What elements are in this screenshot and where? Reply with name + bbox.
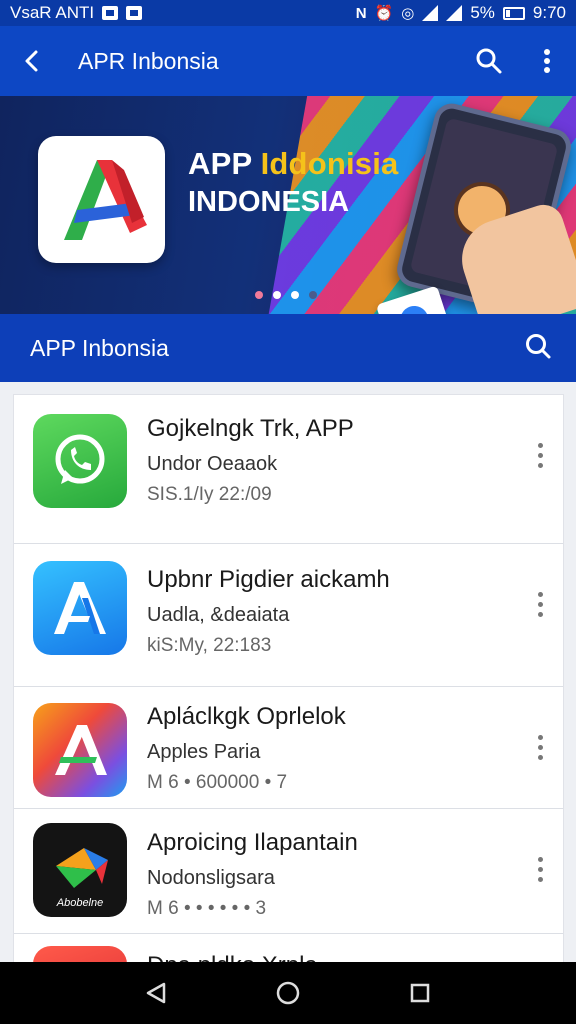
nav-recents-button[interactable] <box>390 968 450 1018</box>
more-vert-icon <box>544 49 550 73</box>
item-more-button[interactable] <box>527 584 553 624</box>
status-bar: VsaR ANTI N ⏰ ◎ 5% 9:70 <box>0 0 576 26</box>
app-developer: Uadla, &deaiata <box>147 604 290 626</box>
app-meta: M 6 • • • • • • 3 <box>147 898 267 919</box>
item-more-button[interactable] <box>527 849 553 889</box>
list-item[interactable]: Abobelne Aproicing Ilapantain Nodonsligs… <box>14 809 563 934</box>
alarm-icon: ⏰ <box>374 4 394 22</box>
square-recents-icon <box>410 983 430 1003</box>
clock: 9:70 <box>532 3 566 22</box>
chevron-left-icon <box>25 50 38 72</box>
a-logo-icon <box>63 159 147 240</box>
whatsapp-icon <box>33 414 127 508</box>
item-more-button[interactable] <box>527 727 553 767</box>
circle-home-icon <box>276 981 300 1005</box>
section-search-button[interactable] <box>524 332 552 365</box>
app-developer: Nodonsligsara <box>147 867 275 889</box>
icon-label: Abobelne <box>56 897 104 909</box>
app-meta: SIS.1/Iy 22:/09 <box>147 484 272 505</box>
carousel-dot[interactable] <box>273 291 281 299</box>
screen: VsaR ANTI N ⏰ ◎ 5% 9:70 APR Inbonsia APP… <box>0 0 576 1024</box>
battery-icon <box>502 6 525 20</box>
nav-home-button[interactable] <box>258 968 318 1018</box>
list-item[interactable]: Gojkelngk Trk, APP Undor Oeaaok SIS.1/Iy… <box>14 395 563 544</box>
origami-icon: Abobelne <box>33 823 127 917</box>
wifi-signal-icon <box>446 5 463 21</box>
signal-icon <box>422 5 439 21</box>
app-title: Aproicing Ilapantain <box>147 829 358 856</box>
section-title: APP Inbonsia <box>30 334 169 361</box>
banner-subtitle: INDONESIA <box>188 186 350 218</box>
app-title: Gojkelngk Trk, APP <box>147 415 354 442</box>
system-nav-bar <box>0 962 576 1024</box>
app-bar: APR Inbonsia <box>0 26 576 96</box>
nfc-icon: N <box>355 4 367 22</box>
page-title: APR Inbonsia <box>78 47 219 74</box>
banner-title-highlight: Iddonisia <box>260 146 399 181</box>
app-title: Apláclkgk Oprlelok <box>147 703 346 730</box>
battery-percent: 5% <box>470 3 495 22</box>
promo-banner[interactable]: APP Iddonisia INDONESIA <box>0 96 576 314</box>
item-more-button[interactable] <box>527 435 553 475</box>
carrier-label: VsaR ANTI <box>10 3 95 22</box>
app-meta: M 6 • 600000 • 7 <box>147 772 288 793</box>
app-list: Gojkelngk Trk, APP Undor Oeaaok SIS.1/Iy… <box>13 394 564 974</box>
app-meta: kiS:My, 22:183 <box>147 635 272 656</box>
nav-back-button[interactable] <box>126 968 186 1018</box>
back-button[interactable] <box>0 26 64 96</box>
banner-title: APP Iddonisia <box>188 146 398 182</box>
banner-title-prefix: APP <box>188 146 252 181</box>
section-header: APP Inbonsia <box>0 314 576 382</box>
app-developer: Apples Paria <box>147 741 261 763</box>
app-title: Upbnr Pigdier aickamh <box>147 566 390 593</box>
search-icon <box>476 48 502 74</box>
message-icon <box>126 6 143 20</box>
carousel-dot[interactable] <box>255 291 263 299</box>
triangle-back-icon <box>146 982 166 1004</box>
app-developer: Undor Oeaaok <box>147 453 278 475</box>
search-icon <box>526 333 551 358</box>
a-logo-icon <box>33 561 127 655</box>
overflow-menu-button[interactable] <box>518 26 576 96</box>
alarm-clock-icon: ◎ <box>401 4 415 22</box>
carousel-dot[interactable] <box>309 291 317 299</box>
list-item[interactable]: Upbnr Pigdier aickamh Uadla, &deaiata ki… <box>14 544 563 687</box>
rainbow-a-icon <box>33 703 127 797</box>
app-logo <box>38 136 165 263</box>
notification-icon <box>102 6 119 20</box>
list-item[interactable]: Apláclkgk Oprlelok Apples Paria M 6 • 60… <box>14 687 563 809</box>
carousel-dots <box>255 291 317 299</box>
carousel-dot[interactable] <box>291 291 299 299</box>
search-button[interactable] <box>460 26 518 96</box>
